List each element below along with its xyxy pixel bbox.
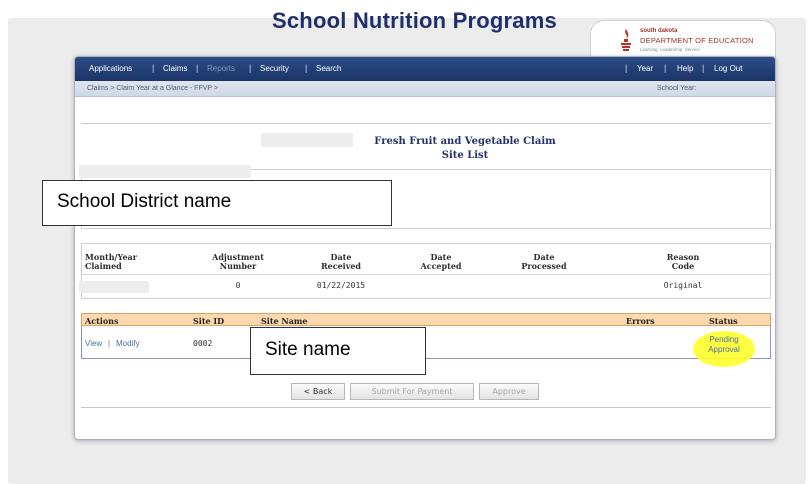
- redacted-month-year: [79, 281, 149, 293]
- col-adjustment-header: Adjustment Number: [212, 252, 264, 271]
- bottom-divider: [81, 407, 771, 408]
- status-badge: Pending Approval: [708, 335, 740, 354]
- nav-year[interactable]: Year: [637, 64, 653, 73]
- col-received-header: Date Received: [320, 252, 362, 271]
- approve-button[interactable]: Approve: [479, 383, 539, 400]
- screenshot-stage: School Nutrition Programs south dakota D…: [0, 0, 810, 484]
- nav-separator: |: [249, 63, 252, 73]
- col-accepted-header: Date Accepted: [420, 252, 462, 271]
- sites-table-header: Actions Site ID Site Name Errors Status: [81, 313, 771, 326]
- logo-dept-text: DEPARTMENT OF EDUCATION: [640, 36, 754, 45]
- col-site-name-header: Site Name: [261, 316, 308, 326]
- top-navbar: Applications | Claims | Reports | Securi…: [75, 57, 775, 81]
- district-name-callout: School District name: [42, 180, 392, 226]
- torch-logo-icon: [621, 29, 631, 51]
- submit-for-payment-button[interactable]: Submit For Payment: [350, 383, 474, 400]
- logo-state-text: south dakota: [640, 28, 678, 34]
- back-button[interactable]: < Back: [291, 383, 345, 400]
- col-errors-header: Errors: [626, 316, 655, 326]
- link-separator: |: [108, 339, 111, 348]
- program-title: School Nutrition Programs: [272, 8, 557, 33]
- site-id-value: 0002: [193, 339, 213, 348]
- nav-security[interactable]: Security: [260, 64, 289, 73]
- view-link[interactable]: View: [85, 339, 102, 348]
- nav-separator: |: [196, 63, 199, 73]
- nav-search[interactable]: Search: [316, 64, 341, 73]
- logo-tagline: Learning. Leadership. Service.: [640, 47, 702, 52]
- site-name-callout: Site name: [250, 327, 426, 375]
- col-reason-header: Reason Code: [666, 252, 700, 271]
- date-received-value: 01/22/2015: [316, 281, 366, 290]
- col-site-id-header: Site ID: [193, 316, 225, 326]
- col-status-header: Status: [709, 316, 738, 326]
- redacted-district: [261, 133, 353, 147]
- nav-logout[interactable]: Log Out: [714, 64, 742, 73]
- claim-table-divider: [81, 274, 771, 275]
- nav-claims[interactable]: Claims: [163, 64, 187, 73]
- nav-separator: |: [702, 63, 705, 73]
- divider: [81, 123, 771, 124]
- col-actions-header: Actions: [85, 316, 119, 326]
- reason-code-value: Original: [663, 281, 703, 290]
- nav-reports: Reports: [207, 64, 236, 73]
- nav-separator: |: [625, 63, 628, 73]
- app-window: Applications | Claims | Reports | Securi…: [74, 56, 776, 440]
- redacted-district-name: [79, 165, 251, 178]
- modify-link[interactable]: Modify: [116, 339, 140, 348]
- col-processed-header: Date Processed: [521, 252, 567, 271]
- page-title: Fresh Fruit and Vegetable Claim Site Lis…: [355, 135, 575, 163]
- page-title-line1: Fresh Fruit and Vegetable Claim: [374, 136, 556, 147]
- nav-separator: |: [152, 63, 155, 73]
- school-year-label: School Year:: [657, 85, 697, 92]
- breadcrumb-bar: Claims > Claim Year at a Glance - FFVP >…: [75, 81, 775, 97]
- page-title-line2: Site List: [441, 150, 489, 161]
- col-month-year-header: Month/Year Claimed: [85, 252, 137, 271]
- nav-separator: |: [305, 63, 308, 73]
- nav-separator: |: [664, 63, 667, 73]
- breadcrumb[interactable]: Claims > Claim Year at a Glance - FFVP >: [87, 85, 218, 92]
- nav-help[interactable]: Help: [677, 64, 693, 73]
- nav-applications[interactable]: Applications: [89, 64, 132, 73]
- adjustment-number-value: 0: [235, 281, 241, 290]
